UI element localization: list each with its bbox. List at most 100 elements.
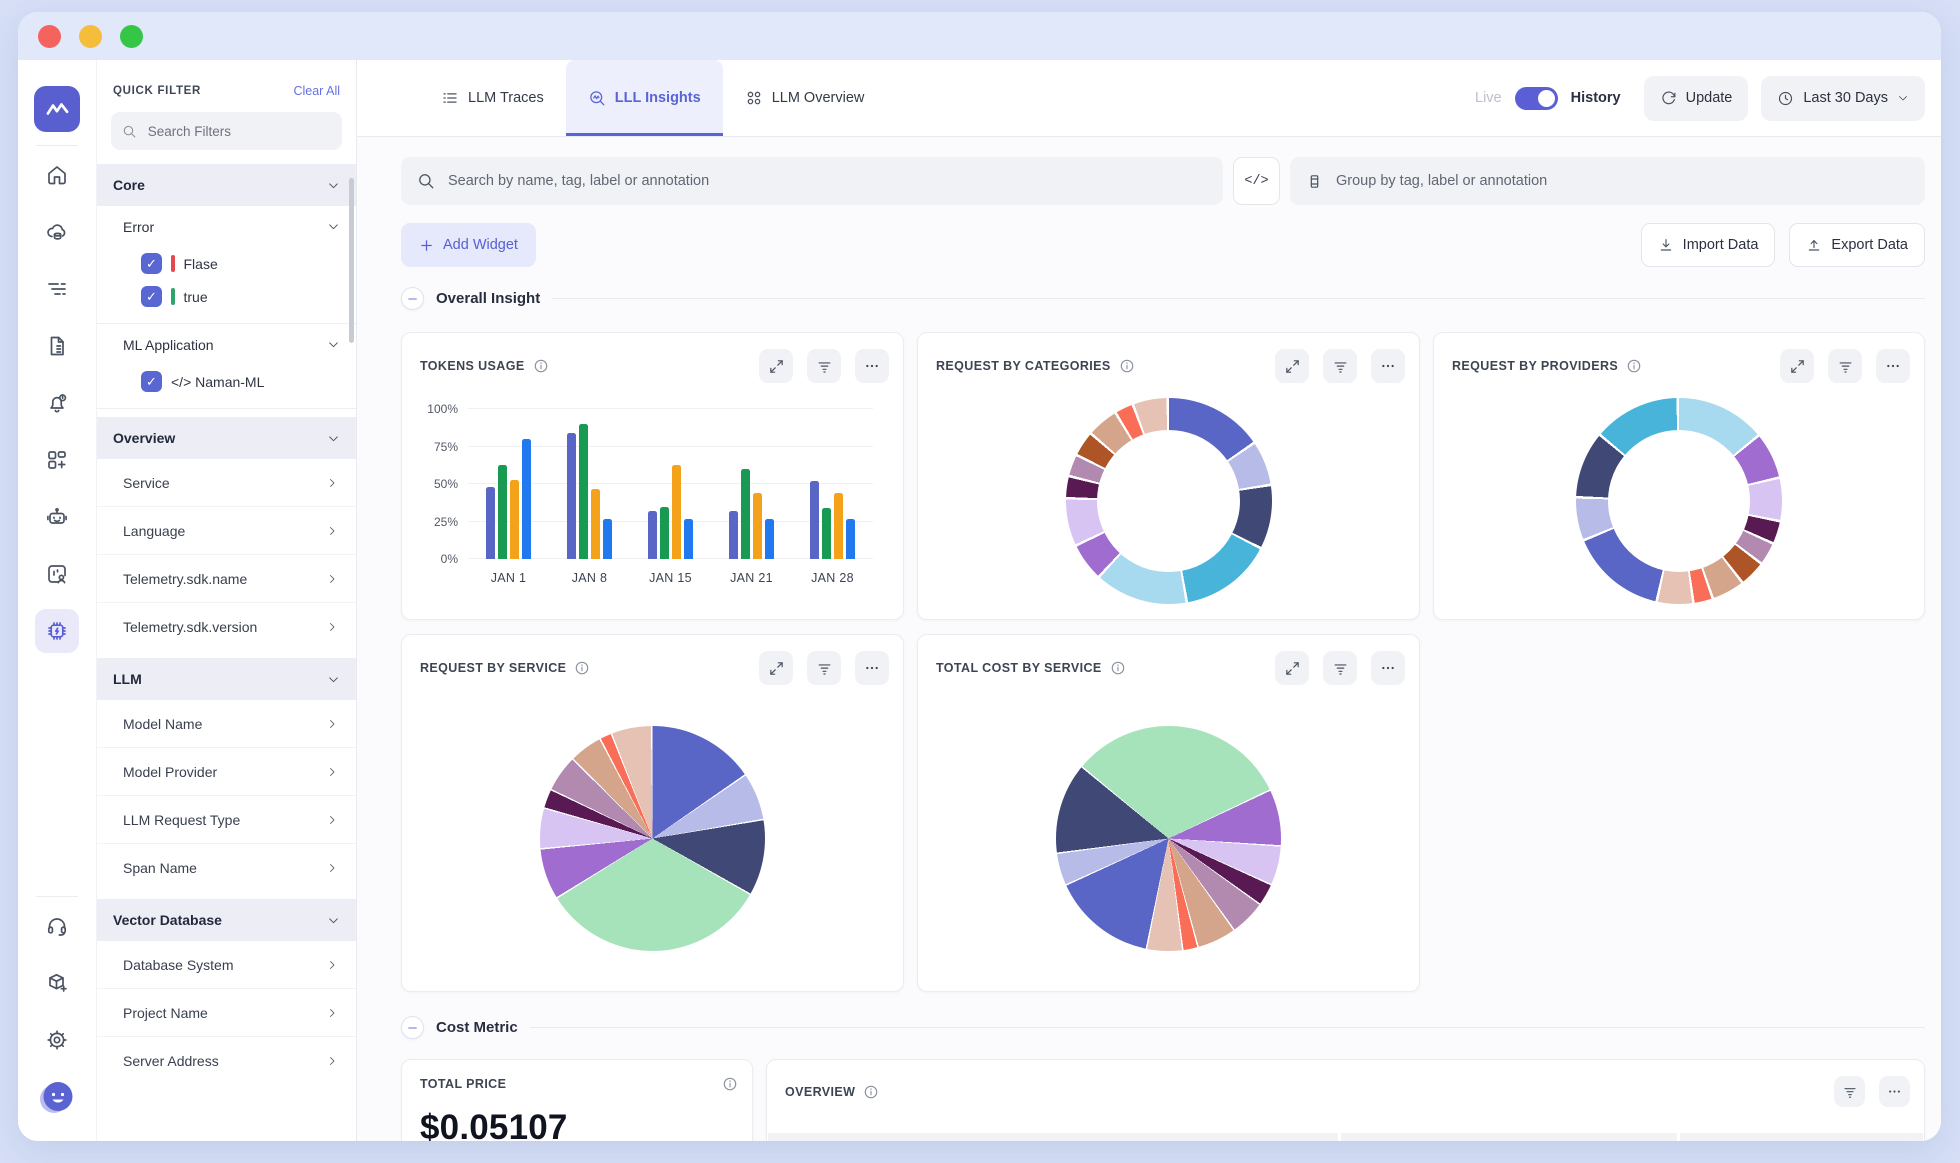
sidebar-item-datastore[interactable] <box>35 210 79 254</box>
more-options-button[interactable] <box>1876 349 1910 383</box>
rail-divider <box>36 145 78 146</box>
expand-widget-button[interactable] <box>759 651 793 685</box>
group-by-input[interactable] <box>1334 172 1909 190</box>
checkbox-checked[interactable]: ✓ <box>141 286 162 307</box>
filter-group-overview[interactable]: Overview <box>97 417 356 459</box>
filter-item-telemetry-sdk-version[interactable]: Telemetry.sdk.version <box>97 602 356 650</box>
section-divider <box>530 1027 1925 1028</box>
info-icon[interactable] <box>1119 358 1135 374</box>
filter-item-label: Service <box>123 475 170 491</box>
add-widget-button[interactable]: Add Widget <box>401 223 536 267</box>
filter-item-service[interactable]: Service <box>97 459 356 506</box>
filter-item-label: Span Name <box>123 860 197 876</box>
sidebar-item-assistant[interactable] <box>35 495 79 539</box>
filter-item-model-provider[interactable]: Model Provider <box>97 747 356 795</box>
main-search-input[interactable] <box>446 172 1207 190</box>
checkbox-checked[interactable]: ✓ <box>141 371 162 392</box>
filter-group-llm[interactable]: LLM <box>97 658 356 700</box>
sidebar-item-settings[interactable] <box>35 1018 79 1062</box>
filter-option-true[interactable]: ✓ true <box>97 280 356 313</box>
update-label: Update <box>1686 90 1733 106</box>
sidebar-item-home[interactable] <box>35 153 79 197</box>
filter-item-database-system[interactable]: Database System <box>97 941 356 988</box>
filter-item-server-address[interactable]: Server Address <box>97 1036 356 1084</box>
code-query-button[interactable]: </> <box>1233 157 1280 205</box>
sidebar-item-llm-insights[interactable] <box>35 609 79 653</box>
filter-item-span-name[interactable]: Span Name <box>97 843 356 891</box>
filter-icon <box>1842 1084 1858 1100</box>
more-options-button[interactable] <box>1371 651 1405 685</box>
more-options-button[interactable] <box>855 349 889 383</box>
bar <box>648 511 657 559</box>
update-button[interactable]: Update <box>1644 76 1749 121</box>
y-axis-tick: 0% <box>412 552 458 566</box>
filter-option-flase[interactable]: ✓ Flase <box>97 247 356 280</box>
more-options-button[interactable] <box>1371 349 1405 383</box>
sidebar-item-documents[interactable] <box>35 324 79 368</box>
clock-icon <box>1777 90 1794 107</box>
filter-item-llm-request-type[interactable]: LLM Request Type <box>97 795 356 843</box>
filter-search-input[interactable] <box>146 123 331 140</box>
filter-item-telemetry-sdk-name[interactable]: Telemetry.sdk.name <box>97 554 356 602</box>
date-range-button[interactable]: Last 30 Days <box>1761 76 1925 121</box>
bar-group <box>549 409 630 559</box>
info-icon[interactable] <box>1110 660 1126 676</box>
bar <box>741 469 750 559</box>
sidebar-item-alerts[interactable] <box>35 381 79 425</box>
app-logo[interactable] <box>34 86 80 132</box>
filter-group-label: Vector Database <box>113 912 222 928</box>
live-history-toggle[interactable] <box>1515 87 1558 110</box>
expand-widget-button[interactable] <box>759 349 793 383</box>
filter-option-naman-ml[interactable]: ✓ </> Naman-ML <box>97 365 356 398</box>
filter-widget-button[interactable] <box>1834 1076 1865 1107</box>
sidebar-item-logs[interactable] <box>35 267 79 311</box>
tab-lll-insights[interactable]: LLL Insights <box>566 60 723 136</box>
sidebar-item-support[interactable] <box>35 904 79 948</box>
filter-widget-button[interactable] <box>807 349 841 383</box>
report-user-icon <box>45 562 69 586</box>
filter-widget-button[interactable] <box>807 651 841 685</box>
export-data-button[interactable]: Export Data <box>1789 223 1925 267</box>
expand-widget-button[interactable] <box>1275 651 1309 685</box>
filter-widget-button[interactable] <box>1323 651 1357 685</box>
minimize-window-button[interactable] <box>79 25 102 48</box>
filter-item-project-name[interactable]: Project Name <box>97 988 356 1036</box>
more-options-button[interactable] <box>855 651 889 685</box>
info-icon[interactable] <box>574 660 590 676</box>
filter-sub-ml-application[interactable]: ML Application <box>97 324 356 365</box>
tab-llm-overview[interactable]: LLM Overview <box>723 60 887 136</box>
checkbox-checked[interactable]: ✓ <box>141 253 162 274</box>
filter-widget-button[interactable] <box>1828 349 1862 383</box>
add-widget-label: Add Widget <box>443 237 518 253</box>
info-icon[interactable] <box>533 358 549 374</box>
filter-group-core[interactable]: Core <box>97 164 356 206</box>
maximize-window-button[interactable] <box>120 25 143 48</box>
expand-widget-button[interactable] <box>1780 349 1814 383</box>
import-data-button[interactable]: Import Data <box>1641 223 1776 267</box>
rail-divider <box>36 896 78 897</box>
info-icon[interactable] <box>863 1084 879 1100</box>
sidebar-item-evaluations[interactable] <box>35 552 79 596</box>
more-options-button[interactable] <box>1879 1076 1910 1107</box>
info-icon[interactable] <box>722 1076 738 1092</box>
tab-llm-traces[interactable]: LLM Traces <box>419 60 566 136</box>
collapse-section-button[interactable]: – <box>401 287 424 310</box>
collapse-section-button[interactable]: – <box>401 1016 424 1039</box>
close-window-button[interactable] <box>38 25 61 48</box>
document-icon <box>45 334 69 358</box>
user-avatar[interactable] <box>35 1075 79 1119</box>
expand-widget-button[interactable] <box>1275 349 1309 383</box>
x-axis-label: JAN 8 <box>549 571 630 585</box>
filter-item-language[interactable]: Language <box>97 506 356 554</box>
clear-all-button[interactable]: Clear All <box>293 84 340 98</box>
chevron-down-icon <box>327 179 340 192</box>
filter-item-model-name[interactable]: Model Name <box>97 700 356 747</box>
filter-sub-error[interactable]: Error <box>97 206 356 247</box>
chevron-right-icon <box>326 525 338 537</box>
sidebar-item-add-dashboard[interactable] <box>35 438 79 482</box>
panel-scrollbar[interactable] <box>349 178 354 343</box>
info-icon[interactable] <box>1626 358 1642 374</box>
sidebar-item-integrations[interactable] <box>35 961 79 1005</box>
filter-widget-button[interactable] <box>1323 349 1357 383</box>
filter-group-vector-database[interactable]: Vector Database <box>97 899 356 941</box>
